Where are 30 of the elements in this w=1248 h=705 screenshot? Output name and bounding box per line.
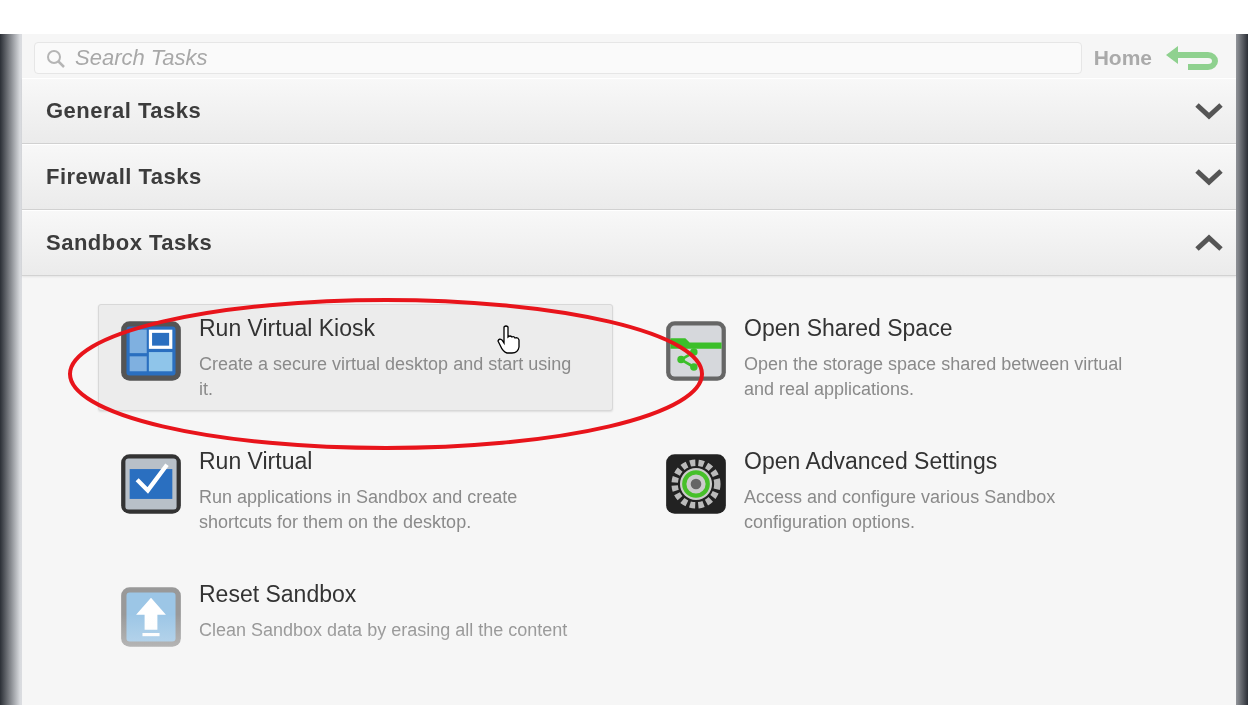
- section-header[interactable]: General Tasks: [22, 78, 1236, 144]
- section-header[interactable]: Firewall Tasks: [22, 144, 1236, 210]
- task-title: Run Virtual: [199, 448, 313, 475]
- search-field[interactable]: Search Tasks: [34, 42, 1082, 74]
- chevron-icon: [1194, 102, 1224, 120]
- checkbox-icon: [119, 452, 183, 516]
- task-description: Create a secure virtual desktop and start using it.: [199, 353, 573, 401]
- section-title: Sandbox Tasks: [46, 230, 213, 256]
- task-description: Open the storage space shared between virtual and real applications.: [744, 353, 1124, 401]
- task-item[interactable]: Open Shared Space Open the storage space shared between virtual and real applications.: [643, 304, 1188, 411]
- desktop-window-icon: [119, 319, 183, 383]
- task-title: Reset Sandbox: [199, 581, 357, 608]
- section-title: General Tasks: [46, 98, 202, 124]
- task-item[interactable]: Open Advanced Settings Access and configure various Sandbox configuration options.: [643, 437, 1188, 544]
- section-header[interactable]: Sandbox Tasks: [22, 210, 1236, 276]
- shared-folder-icon: [664, 319, 728, 383]
- task-description: Run applications in Sandbox and create shortcuts for them on the desktop.: [199, 486, 519, 534]
- task-item[interactable]: Run Virtual Run applications in Sandbox and create shortcuts for them on the desktop.: [98, 437, 643, 544]
- task-title: Open Advanced Settings: [744, 448, 998, 475]
- task-item[interactable]: Reset Sandbox Clean Sandbox data by erasing all the content: [98, 570, 643, 674]
- task-item[interactable]: Run Virtual Kiosk Create a secure virtual desktop and start using it.: [98, 304, 613, 411]
- task-description: Clean Sandbox data by erasing all the content: [199, 619, 569, 642]
- gear-icon: [664, 452, 728, 516]
- section-title: Firewall Tasks: [46, 164, 202, 190]
- task-title: Run Virtual Kiosk: [199, 315, 375, 342]
- task-title: Open Shared Space: [744, 315, 953, 342]
- hand-cursor-icon: [497, 325, 521, 355]
- task-description: Access and configure various Sandbox configuration options.: [744, 486, 1057, 534]
- chevron-icon: [1194, 234, 1224, 252]
- chevron-icon: [1194, 168, 1224, 186]
